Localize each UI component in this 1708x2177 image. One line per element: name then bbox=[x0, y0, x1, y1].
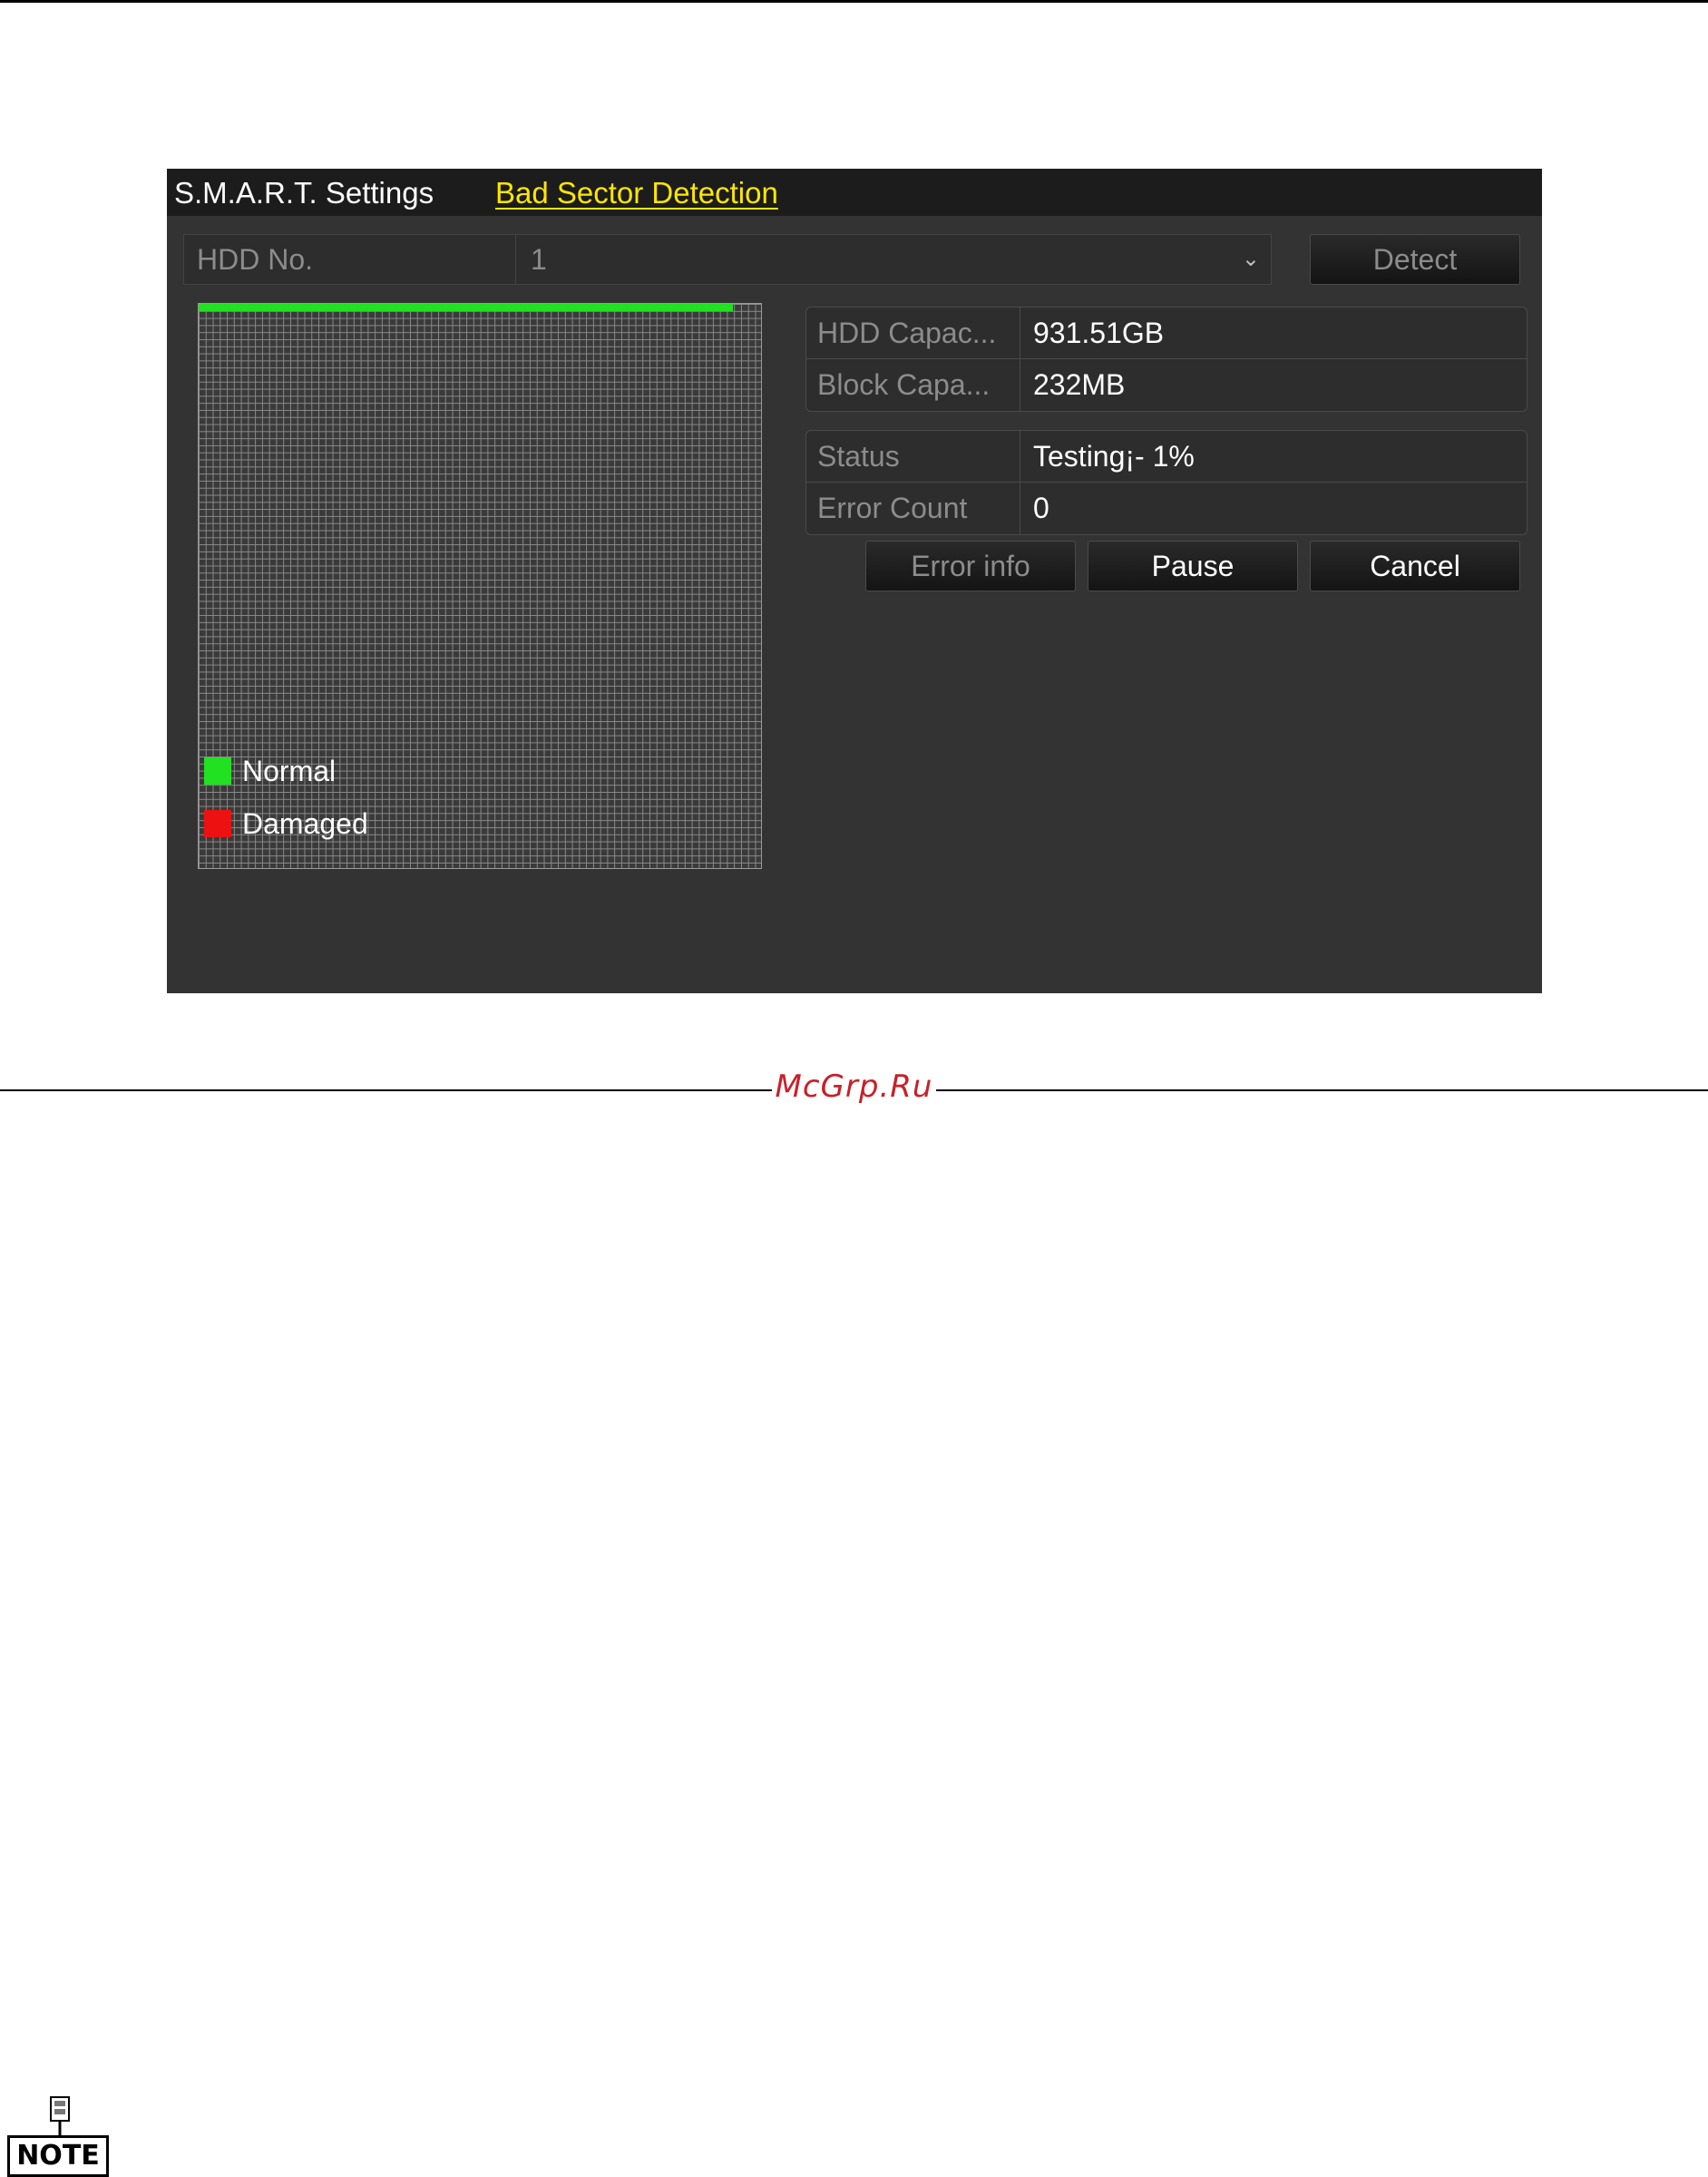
top-rule bbox=[0, 0, 1708, 3]
block-capacity-value: 232MB bbox=[1033, 368, 1126, 401]
note-label: NOTE bbox=[16, 2140, 100, 2172]
error-info-button[interactable]: Error info bbox=[865, 541, 1076, 591]
tab-bad-sector-detection[interactable]: Bad Sector Detection bbox=[495, 176, 778, 210]
hdd-number-value[interactable]: 1 bbox=[531, 235, 547, 284]
status-row: Status Testing¡- 1% bbox=[806, 431, 1527, 483]
note-box: NOTE bbox=[7, 2135, 109, 2177]
legend-label-normal: Normal bbox=[242, 755, 337, 787]
status-label: Status bbox=[806, 431, 1020, 482]
tab-bar: S.M.A.R.T. Settings Bad Sector Detection bbox=[167, 169, 1542, 216]
scan-progress-bar bbox=[199, 304, 733, 311]
hdd-number-select[interactable]: HDD No. 1 ⌄ bbox=[183, 234, 1272, 285]
detect-button[interactable]: Detect bbox=[1310, 234, 1520, 285]
bad-sector-detection-dialog: S.M.A.R.T. Settings Bad Sector Detection… bbox=[167, 169, 1542, 993]
status-info-table: Status Testing¡- 1% Error Count 0 bbox=[805, 430, 1527, 535]
legend-label-damaged: Damaged bbox=[242, 807, 368, 840]
watermark: McGrp.Ru bbox=[0, 1069, 1708, 1105]
error-count-row: Error Count 0 bbox=[806, 483, 1527, 534]
hdd-capacity-label: HDD Capac... bbox=[806, 308, 1020, 358]
hdd-capacity-value: 931.51GB bbox=[1033, 317, 1165, 349]
error-count-value: 0 bbox=[1033, 492, 1049, 524]
hdd-capacity-row: HDD Capac... 931.51GB bbox=[806, 308, 1527, 359]
cancel-button[interactable]: Cancel bbox=[1310, 541, 1520, 591]
status-value: Testing¡- 1% bbox=[1033, 440, 1195, 473]
block-capacity-label: Block Capa... bbox=[806, 359, 1020, 411]
error-count-label: Error Count bbox=[806, 483, 1020, 534]
damaged-swatch bbox=[204, 810, 231, 837]
normal-swatch bbox=[204, 757, 231, 785]
hdd-number-label: HDD No. bbox=[184, 235, 516, 284]
note-icon: NOTE bbox=[7, 2094, 109, 2177]
pause-button[interactable]: Pause bbox=[1088, 541, 1298, 591]
tab-smart-settings[interactable]: S.M.A.R.T. Settings bbox=[174, 176, 434, 210]
chevron-down-icon[interactable]: ⌄ bbox=[1242, 235, 1260, 284]
block-capacity-row: Block Capa... 232MB bbox=[806, 359, 1527, 411]
capacity-info-table: HDD Capac... 931.51GB Block Capa... 232M… bbox=[805, 307, 1527, 412]
note-pin-icon bbox=[50, 2096, 70, 2135]
watermark-text: McGrp.Ru bbox=[771, 1069, 937, 1105]
